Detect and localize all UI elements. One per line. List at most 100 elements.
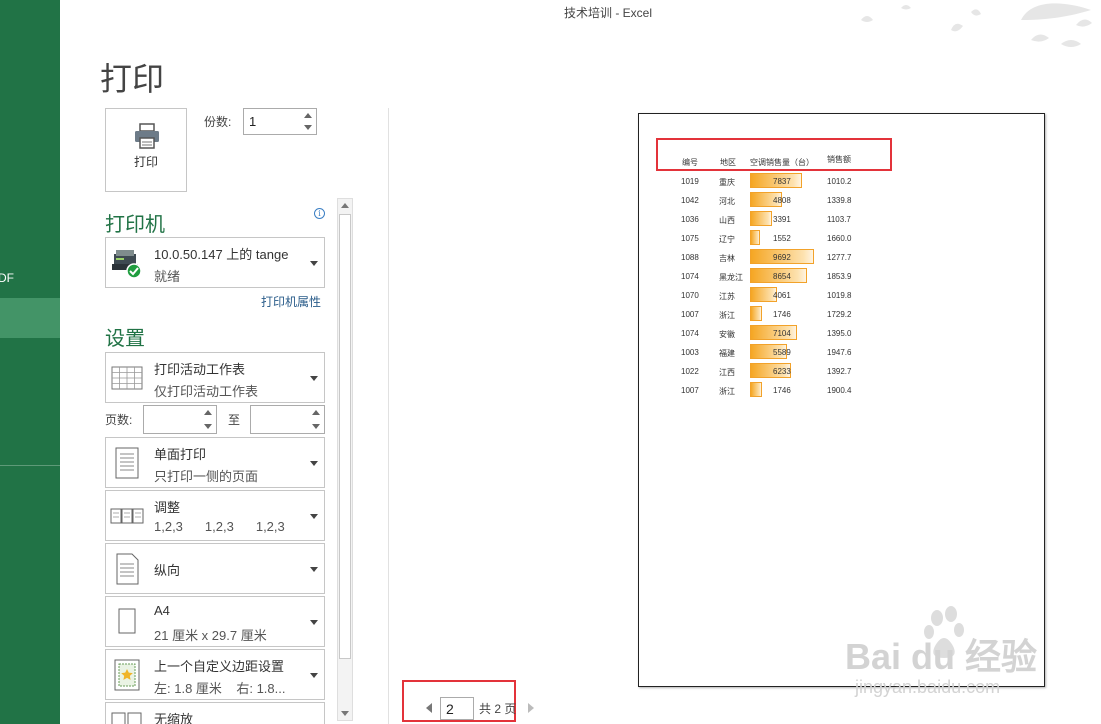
watermark-url: jingyan.baidu.com: [855, 677, 1001, 697]
pages-from-input[interactable]: [148, 412, 198, 427]
preview-cell-id: 1036: [681, 215, 699, 224]
preview-cell-id: 1007: [681, 310, 699, 319]
scaling-dropdown[interactable]: 无缩放: [105, 702, 325, 724]
printer-properties-link[interactable]: 打印机属性: [261, 293, 321, 310]
preview-cell-region: 辽宁: [719, 235, 735, 244]
printer-dropdown[interactable]: 10.0.50.147 上的 tange 就绪: [105, 237, 325, 288]
preview-cell-qty: 8654: [773, 272, 791, 281]
leaf-decoration-icon: [861, 3, 1092, 47]
pages-to-stepper[interactable]: [250, 405, 325, 434]
no-scaling-icon: [111, 712, 142, 724]
collate-seq: 1,2,3: [204, 519, 234, 534]
copies-stepper[interactable]: [243, 108, 317, 135]
preview-cell-region: 河北: [719, 197, 735, 206]
preview-cell-region: 重庆: [719, 178, 735, 187]
preview-cell-qty: 7104: [773, 329, 791, 338]
print-button[interactable]: 打印: [105, 108, 187, 192]
preview-cell-region: 福建: [719, 349, 735, 358]
total-pages-label: 共 2 页: [479, 702, 517, 716]
preview-cell-sales: 1900.4: [827, 386, 852, 395]
title-bar: 技术培训 - Excel: [60, 0, 1101, 47]
settings-scrollbar[interactable]: [337, 198, 353, 721]
paper-size-desc: 21 厘米 x 29.7 厘米: [154, 628, 267, 643]
preview-data-bar: [750, 211, 772, 226]
preview-data-bar: [750, 230, 760, 245]
printer-heading: 打印机: [105, 212, 165, 236]
print-scope-desc: 仅打印活动工作表: [154, 384, 259, 399]
sides-dropdown[interactable]: 单面打印 只打印一侧的页面: [105, 437, 325, 488]
collate-title: 调整: [154, 500, 181, 515]
printer-ready-icon: [112, 250, 142, 279]
preview-cell-qty: 6233: [773, 367, 791, 376]
paper-size-icon: [118, 608, 136, 634]
preview-cell-sales: 1019.8: [827, 291, 852, 300]
preview-cell-sales: 1392.7: [827, 367, 852, 376]
nav-item-print-selected[interactable]: [0, 298, 60, 338]
chevron-down-icon: [310, 375, 318, 381]
info-icon[interactable]: i: [314, 208, 325, 219]
pages-from-arrows[interactable]: [200, 406, 216, 433]
preview-cell-qty: 1552: [773, 234, 791, 243]
current-page-input[interactable]: [440, 697, 474, 720]
settings-heading: 设置: [105, 326, 145, 350]
copies-stepper-arrows[interactable]: [300, 109, 316, 134]
highlight-box-header: [656, 138, 892, 171]
preview-cell-qty: 3391: [773, 215, 791, 224]
preview-cell-sales: 1339.8: [827, 196, 852, 205]
preview-cell-region: 黑龙江: [719, 273, 743, 282]
preview-cell-id: 1007: [681, 386, 699, 395]
pages-to-arrows[interactable]: [308, 406, 324, 433]
print-button-label: 打印: [133, 155, 158, 169]
collate-pages-icon: [110, 508, 144, 524]
preview-cell-id: 1088: [681, 253, 699, 262]
print-scope-title: 打印活动工作表: [154, 362, 246, 377]
pages-to-label: 至: [228, 413, 241, 427]
next-page-button[interactable]: [528, 703, 534, 713]
print-scope-dropdown[interactable]: 打印活动工作表 仅打印活动工作表: [105, 352, 325, 403]
worksheet-grid-icon: [111, 366, 143, 390]
orientation-dropdown[interactable]: 纵向: [105, 543, 325, 594]
chevron-down-icon: [310, 672, 318, 678]
preview-cell-sales: 1853.9: [827, 272, 852, 281]
pages-from-stepper[interactable]: [143, 405, 217, 434]
preview-cell-qty: 5589: [773, 348, 791, 357]
chevron-down-icon: [310, 513, 318, 519]
preview-cell-id: 1022: [681, 367, 699, 376]
preview-cell-id: 1019: [681, 177, 699, 186]
preview-cell-sales: 1277.7: [827, 253, 852, 262]
preview-cell-region: 浙江: [719, 311, 735, 320]
pages-to-input[interactable]: [255, 412, 305, 427]
chevron-down-icon: [310, 619, 318, 625]
preview-cell-id: 1042: [681, 196, 699, 205]
preview-cell-sales: 1103.7: [827, 215, 851, 224]
printer-status: 就绪: [154, 269, 181, 284]
preview-cell-sales: 1947.6: [827, 348, 852, 357]
preview-cell-qty: 9692: [773, 253, 791, 262]
preview-cell-id: 1003: [681, 348, 699, 357]
copies-input[interactable]: [249, 114, 299, 129]
page-title: 打印: [100, 60, 165, 98]
preview-cell-qty: 4061: [773, 291, 791, 300]
single-sided-page-icon: [115, 447, 139, 479]
preview-cell-region: 江西: [719, 368, 735, 377]
sides-desc: 只打印一侧的页面: [154, 469, 259, 484]
watermark-brand: Bai du 经验: [845, 636, 1038, 677]
margins-dropdown[interactable]: 上一个自定义边距设置 左: 1.8 厘米 右: 1.8...: [105, 649, 325, 700]
preview-cell-sales: 1729.2: [827, 310, 852, 319]
preview-cell-id: 1074: [681, 329, 699, 338]
preview-cell-id: 1074: [681, 272, 699, 281]
backstage-nav: DF: [0, 0, 60, 724]
preview-cell-region: 山西: [719, 216, 735, 225]
margins-desc: 左: 1.8 厘米 右: 1.8...: [154, 681, 286, 696]
portrait-page-icon: [116, 553, 139, 585]
nav-item-export-pdf[interactable]: DF: [0, 271, 14, 285]
previous-page-button[interactable]: [426, 703, 432, 713]
paper-size-dropdown[interactable]: A4 21 厘米 x 29.7 厘米: [105, 596, 325, 647]
collate-dropdown[interactable]: 调整 1,2,3 1,2,3 1,2,3: [105, 490, 325, 541]
chevron-down-icon: [310, 260, 318, 266]
scroll-down-button[interactable]: [338, 706, 352, 720]
margins-icon: [114, 659, 140, 691]
scroll-up-button[interactable]: [338, 199, 352, 213]
scroll-thumb[interactable]: [339, 214, 351, 659]
preview-cell-sales: 1010.2: [827, 177, 852, 186]
